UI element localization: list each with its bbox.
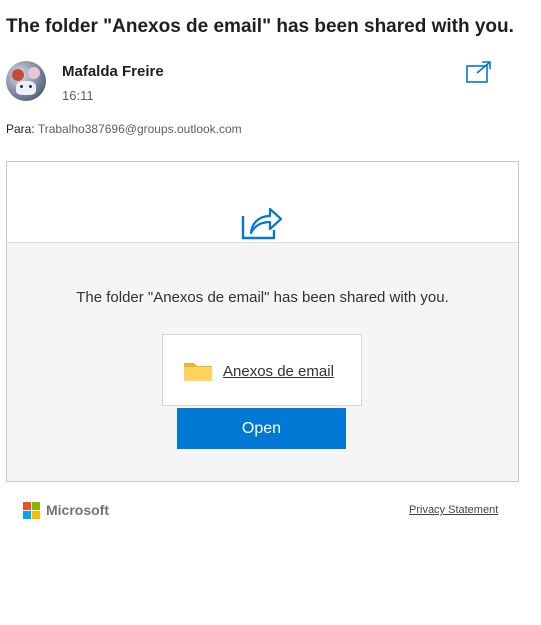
email-time: 16:11 <box>62 88 94 103</box>
email-subject: The folder "Anexos de email" has been sh… <box>6 16 514 37</box>
open-button[interactable]: Open <box>177 408 346 449</box>
logo-square-yellow <box>32 511 40 519</box>
microsoft-brand-name: Microsoft <box>46 502 109 518</box>
sender-name[interactable]: Mafalda Freire <box>62 63 164 80</box>
share-arrow-icon <box>241 207 283 240</box>
share-message: The folder "Anexos de email" has been sh… <box>76 289 449 306</box>
avatar-detail <box>29 85 32 88</box>
recipient-line: Para: Trabalho387696@groups.outlook.com <box>6 122 242 136</box>
logo-square-blue <box>23 511 31 519</box>
logo-square-red <box>23 502 31 510</box>
share-card-header <box>7 162 518 243</box>
sender-avatar[interactable] <box>6 61 46 101</box>
avatar-detail <box>12 69 24 81</box>
avatar-detail <box>16 81 36 95</box>
open-in-new-window-icon[interactable] <box>466 61 492 83</box>
logo-square-green <box>32 502 40 510</box>
share-card: The folder "Anexos de email" has been sh… <box>6 161 519 482</box>
microsoft-logo-icon <box>23 502 41 520</box>
share-card-body: The folder "Anexos de email" has been sh… <box>7 243 518 481</box>
folder-icon <box>184 363 212 381</box>
shared-folder-tile[interactable]: Anexos de email <box>162 334 362 406</box>
recipient-label: Para: <box>6 122 35 136</box>
avatar-detail <box>20 85 23 88</box>
shared-folder-link[interactable]: Anexos de email <box>223 363 334 380</box>
privacy-statement-link[interactable]: Privacy Statement <box>409 504 498 516</box>
avatar-detail <box>28 67 40 79</box>
recipient-address: Trabalho387696@groups.outlook.com <box>37 122 242 136</box>
